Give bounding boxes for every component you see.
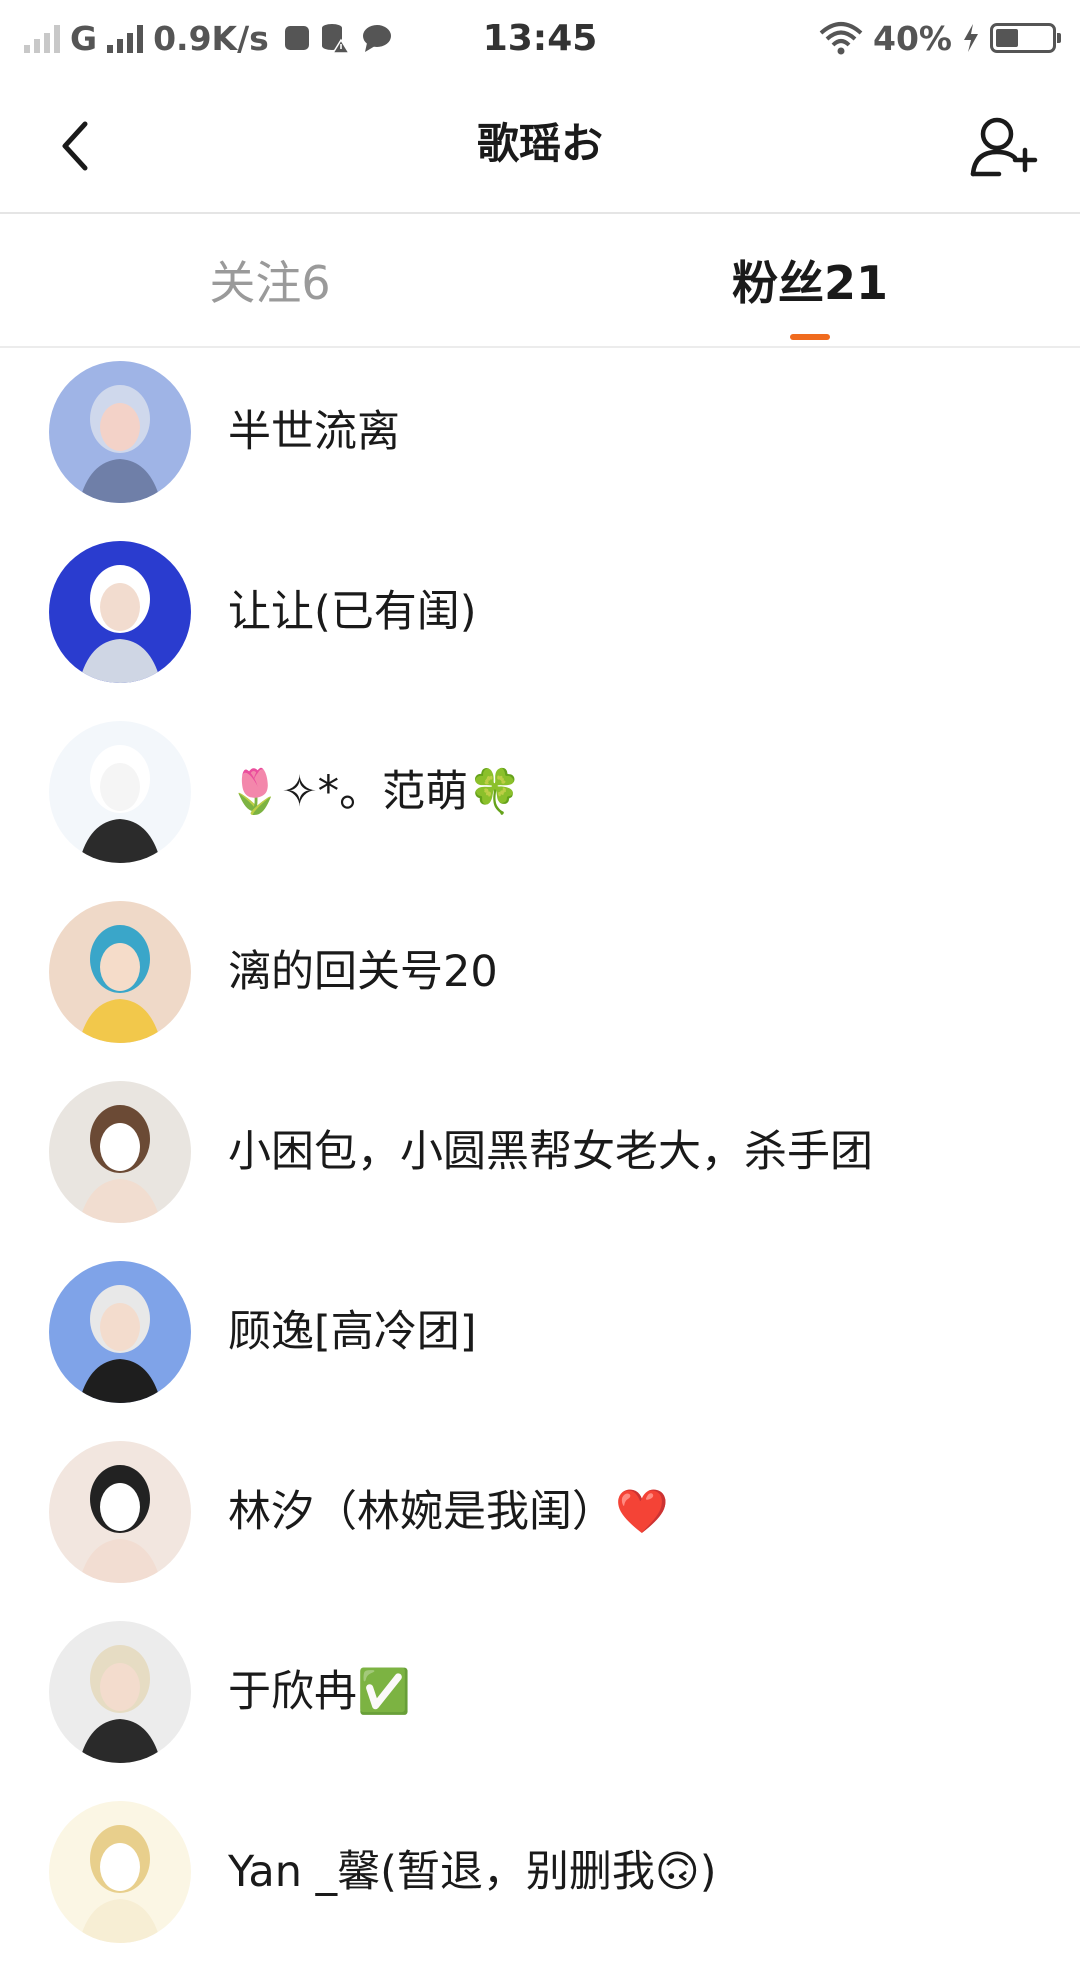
follower-row[interactable]: 顾逸[高冷团] — [0, 1248, 1080, 1428]
follow-tabs: 关注6 粉丝21 — [0, 214, 1080, 348]
follower-name: 顾逸[高冷团] — [228, 1307, 477, 1357]
tab-followers-label: 粉丝21 — [731, 256, 888, 310]
tab-following-label: 关注6 — [209, 256, 331, 310]
follower-row[interactable]: 小困包，小圆黑帮女老大，杀手团 — [0, 1068, 1080, 1248]
network-type: G — [70, 18, 98, 58]
add-friend-button[interactable] — [964, 106, 1044, 186]
avatar[interactable] — [49, 1261, 191, 1403]
follower-row[interactable]: 半世流离 — [0, 348, 1080, 528]
battery-icon — [990, 23, 1061, 53]
follower-name: 林汐（林婉是我闺）❤️ — [228, 1487, 669, 1537]
battery-level — [996, 29, 1018, 47]
follower-row[interactable]: Yan _馨(暂退，别删我🙃) — [0, 1788, 1080, 1968]
follower-row[interactable]: 林汐（林婉是我闺）❤️ — [0, 1428, 1080, 1608]
follower-name: 漓的回关号20 — [228, 947, 498, 997]
avatar[interactable] — [49, 1441, 191, 1583]
sim1-signal-icon — [24, 23, 60, 53]
page-title: 歌瑶お — [476, 119, 603, 168]
follower-list: 半世流离让让(已有闺) 🌷✧*。范萌🍀 漓的回关号20 小困包，小圆黑帮女老大，杀手团… — [0, 348, 1080, 1968]
avatar[interactable] — [49, 1081, 191, 1223]
status-bar-right: 40% — [819, 18, 1061, 58]
avatar[interactable] — [49, 541, 191, 683]
follower-name: 于欣冉✅ — [228, 1667, 411, 1717]
follower-name: 让让(已有闺) — [228, 587, 477, 637]
avatar[interactable] — [49, 1621, 191, 1763]
follower-name: 🌷✧*。范萌🍀 — [228, 767, 522, 817]
status-bar: G 0.9K/s 13:45 40% — [0, 0, 1080, 76]
message-icon — [362, 25, 391, 52]
avatar[interactable] — [49, 901, 191, 1043]
database-warning-icon — [321, 24, 351, 54]
status-bar-left: G 0.9K/s — [24, 19, 393, 58]
avatar[interactable] — [49, 721, 191, 863]
tab-following[interactable]: 关注6 — [0, 214, 540, 346]
charging-icon — [964, 24, 978, 52]
follower-name: 半世流离 — [228, 407, 400, 457]
notification-app-icon — [284, 26, 309, 50]
follower-row[interactable]: 让让(已有闺) — [0, 528, 1080, 708]
follower-row[interactable]: 🌷✧*。范萌🍀 — [0, 708, 1080, 888]
avatar[interactable] — [49, 1801, 191, 1943]
tab-followers[interactable]: 粉丝21 — [540, 214, 1080, 346]
follower-row[interactable]: 于欣冉✅ — [0, 1608, 1080, 1788]
avatar[interactable] — [49, 361, 191, 503]
follower-name: Yan _馨(暂退，别删我🙃) — [228, 1847, 717, 1897]
top-nav-bar: 歌瑶お — [0, 76, 1080, 214]
follower-row[interactable]: 漓的回关号20 — [0, 888, 1080, 1068]
add-user-icon — [970, 117, 1038, 177]
battery-percent: 40% — [873, 18, 952, 58]
active-tab-indicator — [790, 334, 830, 340]
network-speed: 0.9K/s — [153, 18, 269, 58]
follower-name: 小困包，小圆黑帮女老大，杀手团 — [228, 1127, 873, 1177]
wifi-icon — [819, 22, 863, 55]
sim2-signal-icon — [107, 23, 144, 53]
